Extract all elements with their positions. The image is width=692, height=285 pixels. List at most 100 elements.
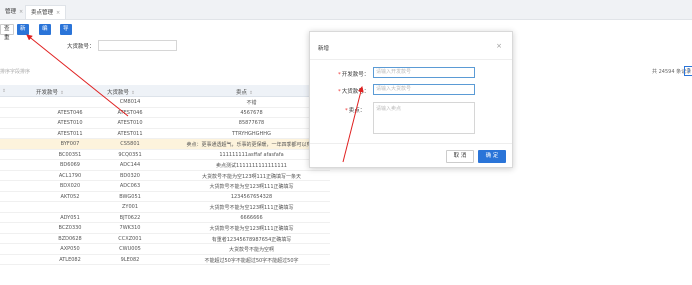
table-cell: 卖点测试1111111111111111 [216,163,287,169]
table-row[interactable]: AXP050 CWU005 大货款号不能为空啊 [0,244,330,255]
table-cell: BCZ0330 [58,225,82,231]
table-cell: 111111111asffaf afasfafa [219,151,284,158]
dev-style-input[interactable]: 请输入开发款号 [373,67,475,78]
divider [310,59,512,60]
table-cell: 大货款号不能为空123啊111正确填写 [209,184,294,190]
table-cell: 卖点：更事通透超气，乐事的更保暖，一年四季都可以穿。 [186,142,317,148]
cancel-button[interactable]: 取 消 [446,150,474,163]
tab-label: 管理 [5,9,17,15]
table-cell: BD6069 [59,162,80,168]
sort-icon[interactable]: ⇕ [131,91,135,96]
table-cell: BC00351 [58,151,82,158]
table-cell: AXP050 [60,246,80,252]
table-cell: BDX020 [59,183,81,189]
table-row[interactable]: ATEST046 ATEST046 4567678 [0,108,330,118]
table-cell: ADC144 [119,162,141,168]
table-cell: ATEST011 [57,130,83,137]
tab-bar: 管理 × 卖点管理 × [0,0,692,20]
bulk-style-input[interactable]: 请输入大货款号 [373,84,475,95]
table-cell: ATLE082 [59,256,81,263]
add-dialog: 新增 × *开发款号： 请输入开发款号 *大货款号： 请输入大货款号 *卖点： … [309,31,513,168]
table-row[interactable]: ADY051 BJT0622 6666666 [0,213,330,223]
column-header[interactable]: ⇕ [0,88,6,94]
edit-button[interactable]: 编辑 [39,24,51,43]
table-cell: ADY051 [60,214,80,221]
table-cell: 大货款号不能为空123啊111正确填写 [209,205,294,211]
search-label: 大货款号： [67,44,95,50]
required-mark: * [338,89,341,95]
table-cell: 6666666 [240,214,263,221]
required-mark: * [338,72,341,78]
required-mark: * [345,108,348,114]
selling-point-textarea[interactable]: 请输入卖点 [373,102,475,134]
close-icon[interactable]: × [19,9,23,15]
search-input[interactable] [98,40,177,51]
table-cell: 大货款号不能为空123啊111正确填写 [209,226,294,232]
table-cell: 4567678 [240,109,263,116]
sort-icon[interactable]: ⇕ [249,91,253,96]
table-cell: 不能超过50字不能超过50字不能超过50字 [204,257,299,264]
table-cell: BD0320 [119,172,140,179]
bulk-style-label: *大货款号： [338,89,370,95]
table-row[interactable]: BYF007 CS5801 卖点：更事通透超气，乐事的更保暖，一年四季都可以穿。 [0,139,330,150]
sort-icon[interactable]: ⇕ [2,89,6,94]
table-cell: BZD0628 [58,235,82,242]
column-header[interactable]: 开发款号 ⇕ [36,88,64,96]
table-cell: ATEST046 [57,109,83,116]
table-cell: AKT052 [60,193,80,200]
table-row[interactable]: ATEST011 ATEST011 TTRYHGHGHHG [0,129,330,139]
column-header[interactable]: 大货款号 ⇕ [107,88,135,96]
add-button[interactable]: 新增 [17,24,29,43]
table-cell: ATEST010 [117,120,143,126]
page-number[interactable]: 1 [684,66,692,76]
close-icon[interactable]: × [56,10,60,16]
table-cell: 85877678 [238,120,265,126]
sort-icon[interactable]: ⇕ [60,91,64,96]
table-cell: 大货款号不能为空啊 [228,247,274,253]
table-cell: CWU005 [119,246,141,252]
table-row[interactable]: BZD0628 CCXZ001 有重者12345678987654正确填写 [0,234,330,244]
table-cell: ADC063 [119,183,141,189]
table-row[interactable]: BDX020 ADC063 大货款号不能为空123啊111正确填写 [0,181,330,192]
tab-selling-point-management[interactable]: 卖点管理 × [25,5,67,19]
table-row[interactable]: BC00351 9CQ0351 111111111asffaf afasfafa [0,150,330,160]
table-row[interactable]: BD6069 ADC144 卖点测试1111111111111111 [0,160,330,171]
table-row[interactable]: CM8014 不错 [0,97,330,108]
table-cell: ATEST011 [117,130,143,137]
table-cell: BJT0622 [119,214,141,221]
table-cell: 9LE082 [120,256,140,263]
table-cell: 不错 [246,100,257,106]
table-cell: 1234567654328 [230,193,273,200]
table-cell: CM8014 [119,99,141,105]
table-cell: ATEST046 [117,109,143,116]
tab-management[interactable]: 管理 × [0,5,28,19]
table-row[interactable]: AKT052 BWG051 1234567654328 [0,192,330,202]
table-row[interactable]: ATLE082 9LE082 不能超过50字不能超过50字不能超过50字 [0,255,330,265]
import-button[interactable]: 导入 [60,24,72,43]
table-cell: ATEST010 [57,120,83,126]
table-cell: 7WK310 [119,225,141,231]
sort-hint: 排序字段排序 [0,69,31,75]
tab-label: 卖点管理 [31,10,54,16]
close-icon[interactable]: × [496,42,502,50]
table-cell: 大货款号不能为空123啊111正确填写一条天 [201,173,302,180]
query-button[interactable]: 查重 [0,24,14,41]
table-row[interactable]: BCZ0330 7WK310 大货款号不能为空123啊111正确填写 [0,223,330,234]
table-row[interactable]: ATEST010 ATEST010 85877678 [0,118,330,129]
table-cell: ACL1790 [58,172,82,179]
table-row[interactable]: ZY001 大货款号不能为空123啊111正确填写 [0,202,330,213]
table-cell: ZY001 [121,204,139,210]
table-cell: CS5801 [120,141,140,147]
table-row[interactable]: ACL1790 BD0320 大货款号不能为空123啊111正确填写一条天 [0,171,330,181]
column-header[interactable]: 卖点 ⇕ [236,88,253,96]
dev-style-label: *开发款号： [338,72,370,78]
dialog-title: 新增 [318,46,330,52]
table-cell: 有重者12345678987654正确填写 [211,236,292,243]
confirm-button[interactable]: 确 定 [478,150,506,163]
table-cell: BYF007 [60,141,80,147]
table-cell: TTRYHGHGHHG [232,130,271,137]
table-header: ⇕ 开发款号 ⇕ 大货款号 ⇕ 卖点 ⇕ [0,85,330,97]
table-cell: 9CQ0351 [118,151,142,158]
selling-point-label: *卖点： [345,108,366,114]
table-cell: CCXZ001 [118,235,142,242]
